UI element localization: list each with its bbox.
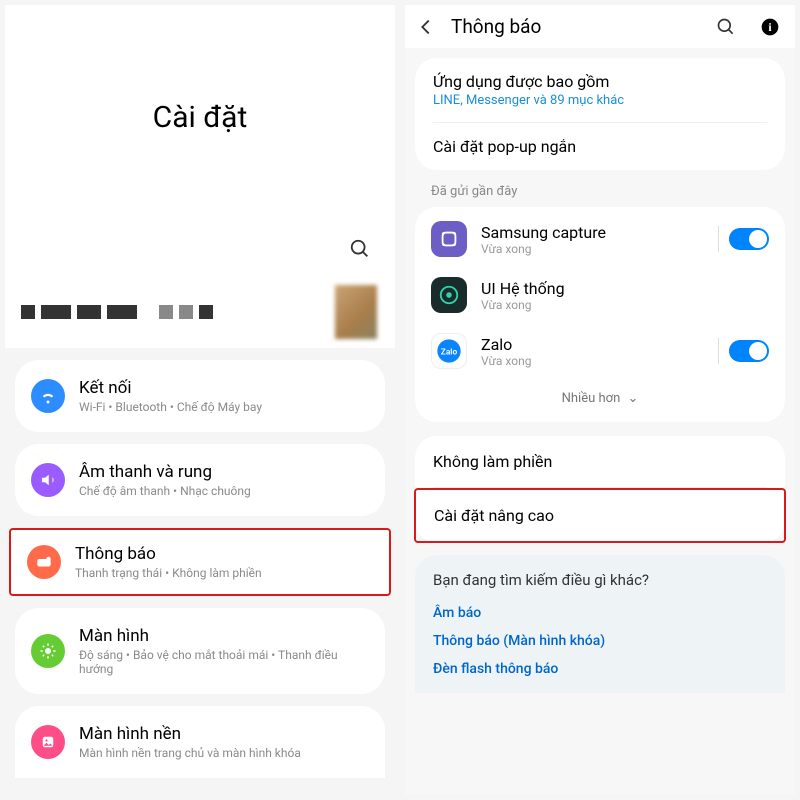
item-title: Màn hình [79, 626, 369, 646]
back-icon[interactable] [415, 16, 437, 38]
settings-item-am-thanh[interactable]: Âm thanh và rung Chế độ âm thanh • Nhạc … [15, 448, 385, 512]
dnd-row[interactable]: Không làm phiền [415, 436, 785, 487]
section-label-recent: Đã gửi gần đây [405, 170, 795, 207]
app-time: Vừa xong [481, 354, 704, 368]
suggest-link[interactable]: Thông báo (Màn hình khóa) [433, 627, 767, 655]
item-title: Âm thanh và rung [79, 462, 369, 482]
display-icon [31, 634, 65, 668]
notification-icon [27, 545, 61, 579]
suggest-link[interactable]: Âm báo [433, 599, 767, 627]
settings-item-man-hinh[interactable]: Màn hình Độ sáng • Bảo vệ cho mắt thoải … [15, 612, 385, 690]
item-title: Màn hình nền [79, 724, 369, 744]
included-apps-row[interactable]: Ứng dụng được bao gồm LINE, Messenger và… [415, 58, 785, 122]
info-icon[interactable]: i [759, 16, 781, 38]
app-name: Zalo [481, 335, 704, 354]
item-sub: Chế độ âm thanh • Nhạc chuông [79, 484, 369, 498]
toggle-switch[interactable] [729, 340, 769, 362]
header-title: Thông báo [451, 15, 701, 38]
app-time: Vừa xong [481, 242, 704, 256]
row-title: Cài đặt pop-up ngắn [433, 137, 767, 156]
svg-text:Zalo: Zalo [441, 347, 458, 357]
item-sub: Màn hình nền trang chủ và màn hình khóa [79, 746, 369, 760]
settings-item-thong-bao[interactable]: Thông báo Thanh trạng thái • Không làm p… [11, 530, 389, 594]
item-title: Thông báo [75, 544, 373, 564]
app-row-samsung-capture[interactable]: Samsung capture Vừa xong [415, 211, 785, 267]
page-title: Cài đặt [5, 5, 395, 230]
row-title: Ứng dụng được bao gồm [433, 72, 767, 91]
system-ui-icon [431, 277, 467, 313]
row-sub: LINE, Messenger và 89 mục khác [433, 93, 767, 108]
item-sub: Độ sáng • Bảo vệ cho mắt thoải mái • Tha… [79, 648, 369, 676]
settings-item-man-hinh-nen[interactable]: Màn hình nền Màn hình nền trang chủ và m… [15, 710, 385, 774]
search-icon[interactable] [715, 16, 737, 38]
search-icon[interactable] [349, 238, 371, 264]
app-row-system-ui[interactable]: UI Hệ thống Vừa xong [415, 267, 785, 323]
item-sub: Thanh trạng thái • Không làm phiền [75, 566, 373, 580]
suggest-link[interactable]: Đèn flash thông báo [433, 655, 767, 683]
account-row[interactable] [5, 276, 395, 348]
app-time: Vừa xong [481, 298, 769, 312]
search-row [5, 230, 395, 276]
popup-settings-row[interactable]: Cài đặt pop-up ngắn [415, 123, 785, 170]
toggle-switch[interactable] [729, 228, 769, 250]
notifications-screen: Thông báo i Ứng dụng được bao gồm LINE, … [405, 5, 795, 795]
wallpaper-icon [31, 725, 65, 759]
app-row-zalo[interactable]: Zalo Zalo Vừa xong [415, 323, 785, 379]
suggest-title: Bạn đang tìm kiếm điều gì khác? [433, 571, 767, 589]
suggestions-card: Bạn đang tìm kiếm điều gì khác? Âm báo T… [415, 555, 785, 693]
settings-item-ket-noi[interactable]: Kết nối Wi-Fi • Bluetooth • Chế độ Máy b… [15, 364, 385, 428]
header-bar: Thông báo i [405, 5, 795, 48]
item-sub: Wi-Fi • Bluetooth • Chế độ Máy bay [79, 400, 369, 414]
app-name: Samsung capture [481, 223, 704, 242]
item-title: Kết nối [79, 378, 369, 398]
more-button[interactable]: Nhiều hơn ⌄ [415, 379, 785, 418]
app-name: UI Hệ thống [481, 279, 769, 298]
sound-icon [31, 463, 65, 497]
zalo-icon: Zalo [431, 333, 467, 369]
samsung-capture-icon [431, 221, 467, 257]
avatar[interactable] [335, 285, 377, 339]
advanced-settings-row[interactable]: Cài đặt nâng cao [414, 488, 786, 543]
settings-screen: Cài đặt Kết nối Wi-Fi • Bluetooth • Chế … [5, 5, 395, 795]
wifi-icon [31, 379, 65, 413]
